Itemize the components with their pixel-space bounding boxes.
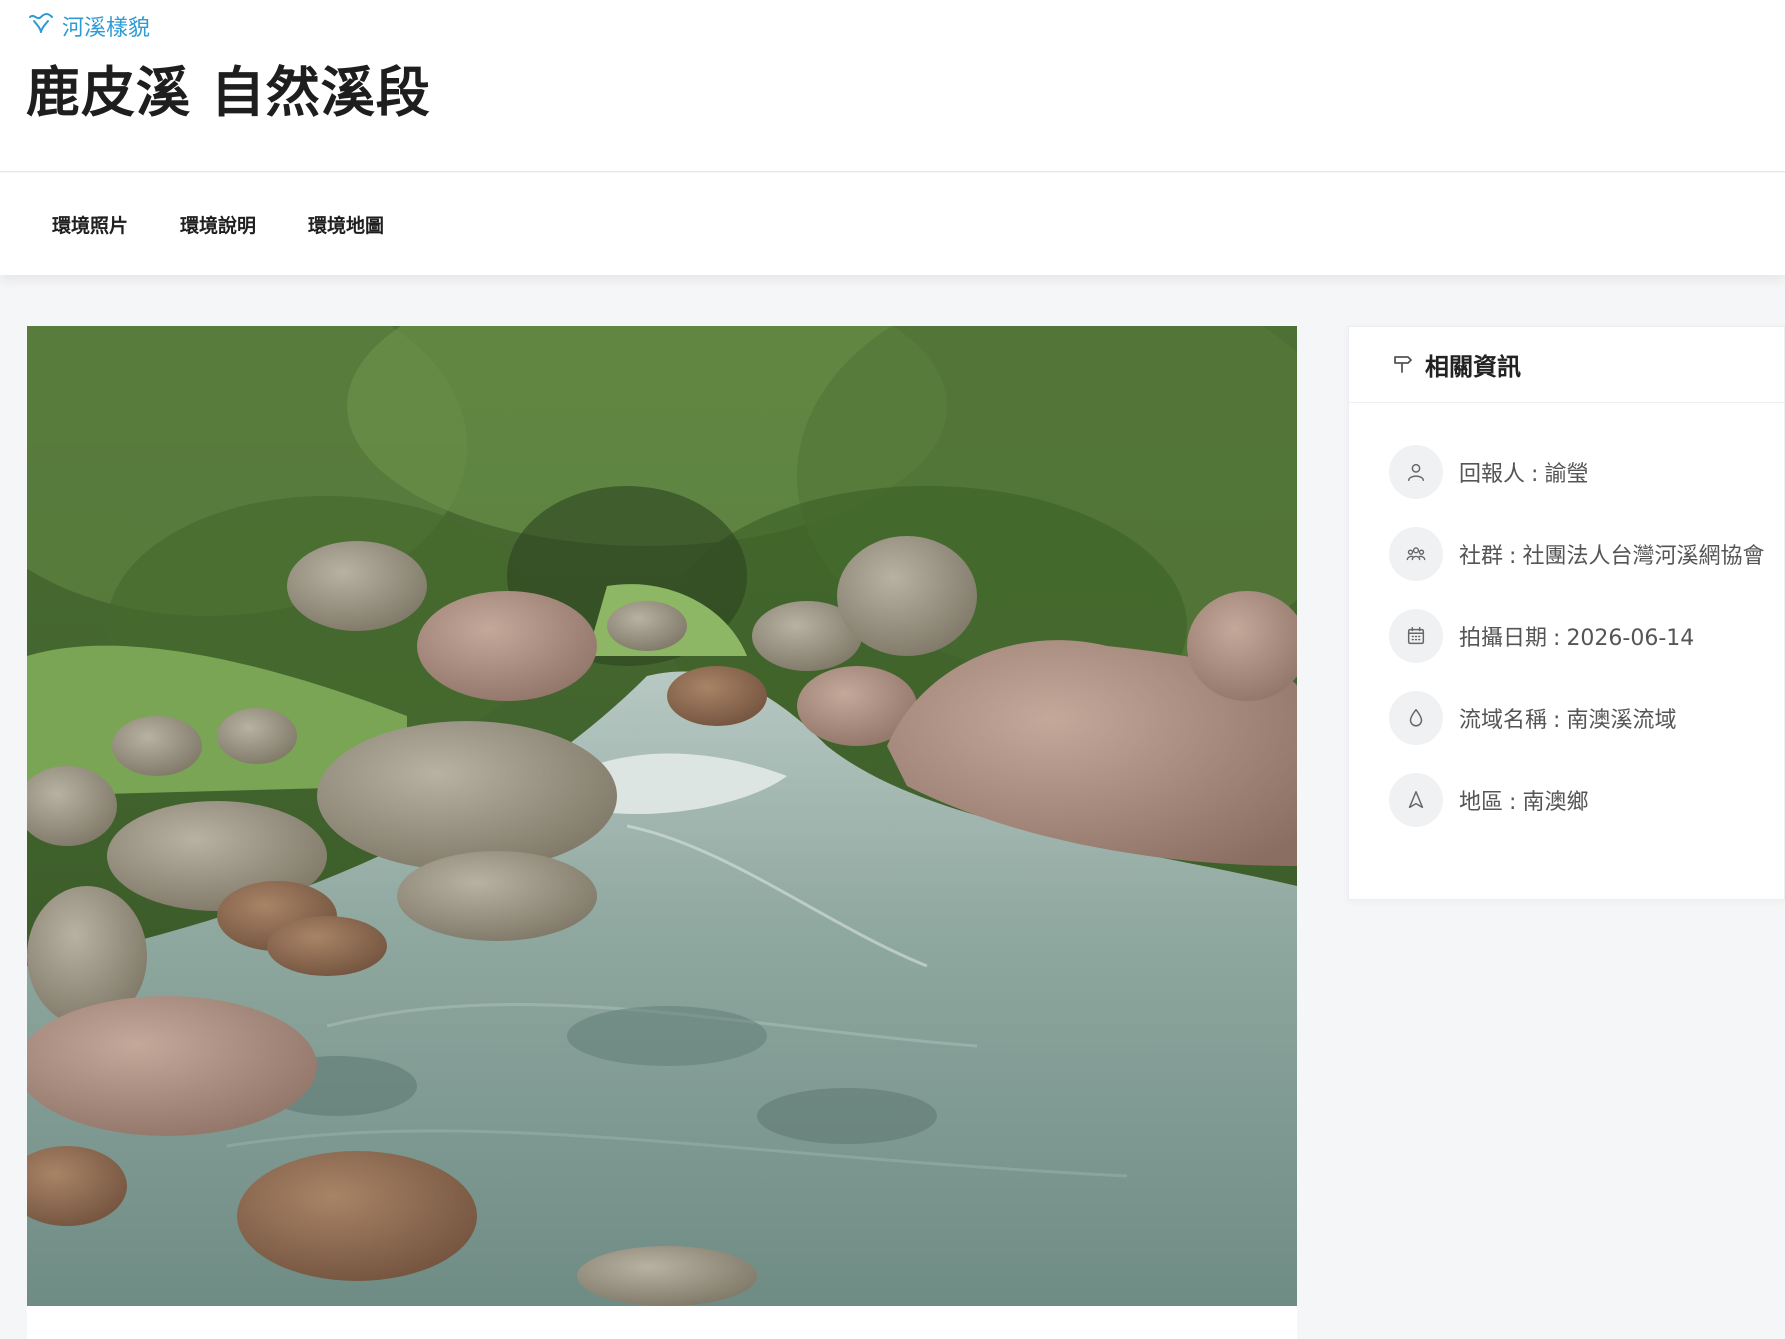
- photo-footer: [27, 1306, 1297, 1339]
- info-label: 地區: [1459, 790, 1504, 815]
- water-drop-icon: [1389, 691, 1443, 745]
- tab-environment-map[interactable]: 環境地圖: [308, 211, 384, 238]
- tab-bar: 環境照片 環境說明 環境地圖: [0, 173, 1785, 275]
- info-list: 回報人: 諭瑩 社群: 社團法人台灣河溪網協會 拍攝日期: 2026-06-1…: [1389, 444, 1764, 854]
- group-icon: [1389, 527, 1443, 581]
- info-label: 拍攝日期: [1459, 626, 1548, 651]
- user-icon: [1389, 445, 1443, 499]
- info-value: 2026-06-14: [1566, 626, 1695, 651]
- info-value: 南澳溪流域: [1566, 708, 1677, 733]
- info-item-region: 地區: 南澳鄉: [1389, 772, 1764, 828]
- river-photo[interactable]: [27, 326, 1297, 1306]
- info-value: 諭瑩: [1544, 462, 1589, 487]
- info-item-community: 社群: 社團法人台灣河溪網協會: [1389, 526, 1764, 582]
- category-label: 河溪樣貌: [62, 16, 151, 41]
- related-info-card: 相關資訊 回報人: 諭瑩 社群: 社團法人台灣河溪網協會 拍攝日期: 202…: [1348, 326, 1785, 900]
- calendar-icon: [1389, 609, 1443, 663]
- info-label: 回報人: [1459, 462, 1526, 487]
- info-label: 社群: [1459, 544, 1504, 569]
- page-header: 河溪樣貌 鹿皮溪 自然溪段: [0, 0, 1785, 172]
- info-value: 南澳鄉: [1522, 790, 1589, 815]
- tab-environment-description[interactable]: 環境說明: [180, 211, 256, 238]
- info-item-reporter: 回報人: 諭瑩: [1389, 444, 1764, 500]
- info-label: 流域名稱: [1459, 708, 1548, 733]
- category-breadcrumb[interactable]: 河溪樣貌: [28, 10, 150, 42]
- tab-environment-photo[interactable]: 環境照片: [52, 211, 128, 238]
- info-item-watershed: 流域名稱: 南澳溪流域: [1389, 690, 1764, 746]
- signpost-icon: [1391, 351, 1415, 379]
- card-header: 相關資訊: [1349, 327, 1784, 403]
- card-title: 相關資訊: [1425, 353, 1521, 381]
- info-value: 社團法人台灣河溪網協會: [1522, 544, 1765, 569]
- page-title: 鹿皮溪 自然溪段: [26, 61, 431, 124]
- location-icon: [1389, 773, 1443, 827]
- river-icon: [28, 12, 54, 40]
- info-item-date: 拍攝日期:2026-06-14: [1389, 608, 1764, 664]
